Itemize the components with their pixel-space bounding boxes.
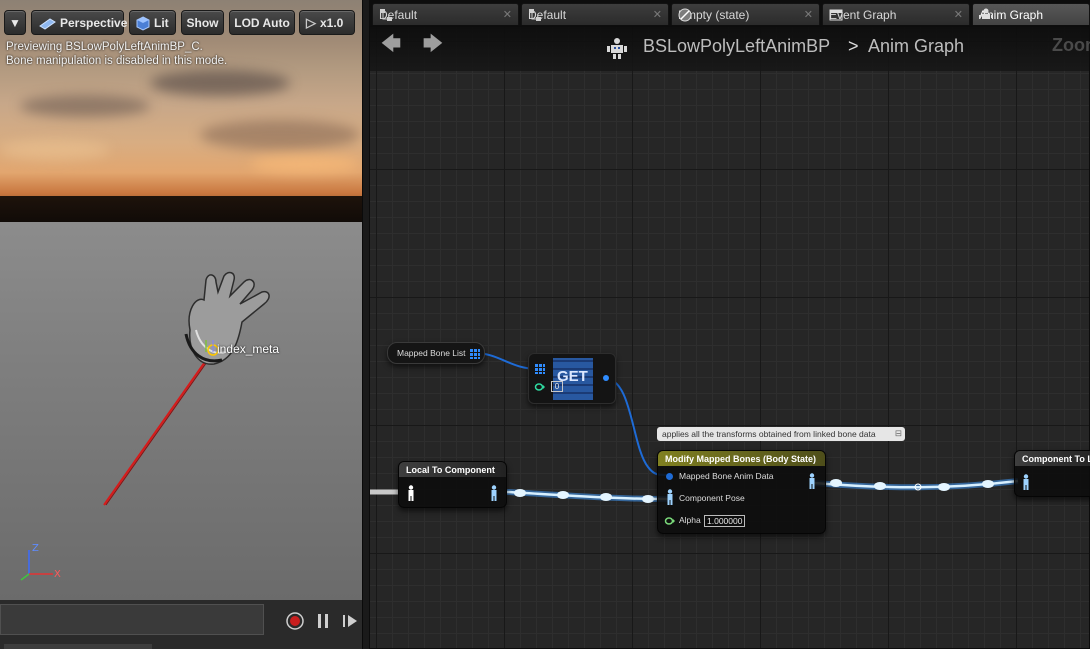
pin-label: Component Pose: [679, 493, 745, 503]
lod-label: LOD Auto: [234, 15, 290, 30]
pin-label: Mapped Bone Anim Data: [679, 471, 774, 481]
step-forward-icon: [343, 615, 357, 627]
viewport-tab-edge: [4, 644, 152, 649]
lod-button[interactable]: LOD Auto: [229, 10, 295, 35]
z-axis-label: Z: [32, 543, 39, 554]
array-get-node[interactable]: GET 0: [528, 353, 616, 404]
viewport-info-text: Previewing BSLowPolyLeftAnimBP_C. Bone m…: [6, 40, 227, 68]
node-title: Mapped Bone List: [397, 348, 466, 358]
record-icon: [286, 612, 304, 630]
local-to-component-node[interactable]: Local To Component: [398, 461, 507, 508]
record-button[interactable]: [285, 611, 305, 631]
pose-pin-icon[interactable]: [1022, 474, 1030, 490]
array-pin-icon[interactable]: [470, 349, 480, 359]
alpha-input[interactable]: 1.000000: [704, 515, 746, 527]
pose-pin-icon[interactable]: [490, 485, 498, 501]
bone-name-label: index_meta: [217, 342, 280, 356]
comment-text: applies all the transforms obtained from…: [662, 429, 876, 439]
lit-button[interactable]: Lit: [129, 10, 176, 35]
anim-graph-icon: [979, 8, 993, 19]
integer-pin-icon[interactable]: [534, 383, 545, 391]
tab-event-graph[interactable]: Event Graph ✕: [822, 3, 970, 25]
x-axis-label: X: [54, 569, 61, 580]
lit-label: Lit: [154, 15, 169, 30]
perspective-label: Perspective: [60, 15, 128, 30]
graph-editor: Default ✕ Default ✕ Empty (state) ✕ Even…: [369, 0, 1090, 649]
y-axis-line: [20, 573, 30, 581]
float-pin-icon[interactable]: [664, 517, 675, 525]
component-to-local-node[interactable]: Component To Lo: [1014, 450, 1090, 497]
tab-anim-graph[interactable]: Anim Graph: [972, 3, 1090, 25]
pose-pin-icon[interactable]: [666, 489, 674, 505]
graph-wires: [370, 352, 1019, 503]
play-speed-icon: ▷: [306, 14, 316, 30]
document-tab-bar: Default ✕ Default ✕ Empty (state) ✕ Even…: [369, 0, 1090, 26]
state-icon: [678, 8, 692, 21]
node-title: Local To Component: [399, 462, 506, 477]
show-button[interactable]: Show: [181, 10, 224, 35]
close-icon[interactable]: ✕: [804, 8, 813, 21]
bone-ray-shadow: [105, 351, 215, 506]
bone-manipulation-info-line: Bone manipulation is disabled in this mo…: [6, 55, 228, 67]
output-pin[interactable]: [603, 375, 609, 381]
playback-speed-button[interactable]: ▷ x1.0: [299, 10, 355, 35]
modify-mapped-bones-node[interactable]: Modify Mapped Bones (Body State) Mapped …: [657, 450, 826, 534]
step-forward-button[interactable]: [340, 611, 360, 631]
array-pin-icon[interactable]: [535, 364, 545, 374]
pose-pin-icon[interactable]: [407, 485, 415, 501]
mapped-bone-list-node[interactable]: Mapped Bone List: [387, 342, 485, 364]
node-title: Modify Mapped Bones (Body State): [658, 451, 825, 466]
state-machine-icon: [380, 8, 392, 21]
close-icon[interactable]: ✕: [653, 8, 662, 21]
chevron-down-icon: ▼: [9, 15, 21, 30]
pause-icon: [318, 614, 328, 628]
state-machine-icon: [529, 8, 541, 21]
struct-pin-icon[interactable]: [666, 473, 673, 480]
close-icon[interactable]: ✕: [503, 8, 512, 21]
tab-default-1[interactable]: Default ✕: [372, 3, 519, 25]
bone-ray: [103, 351, 213, 506]
collapse-comment-icon[interactable]: ⊟: [895, 428, 902, 439]
pause-button[interactable]: [313, 611, 333, 631]
axis-gizmo: [20, 550, 53, 581]
node-comment-bubble[interactable]: applies all the transforms obtained from…: [657, 427, 905, 441]
tab-empty-state[interactable]: Empty (state) ✕: [671, 3, 820, 25]
viewport-options-dropdown[interactable]: ▼: [4, 10, 26, 35]
panel-splitter[interactable]: [362, 0, 369, 649]
perspective-icon: [39, 17, 56, 30]
preview-info-line: Previewing BSLowPolyLeftAnimBP_C.: [6, 41, 203, 53]
anim-graph-canvas[interactable]: 🡄 🡆 BSLowPolyLeftAnimBP > Anim Graph Zoo…: [369, 26, 1090, 649]
show-label: Show: [186, 15, 219, 30]
lit-cube-icon: [136, 15, 150, 31]
pin-label: Alpha: [679, 515, 701, 525]
pose-pin-icon[interactable]: [808, 473, 816, 489]
close-icon[interactable]: ✕: [954, 8, 963, 21]
persona-editor: ▼ Perspective Lit Show LOD Auto ▷ x1.0 P…: [0, 0, 1090, 649]
node-title: Component To Lo: [1015, 451, 1090, 466]
index-input[interactable]: 0: [551, 381, 563, 392]
preview-viewport[interactable]: ▼ Perspective Lit Show LOD Auto ▷ x1.0 P…: [0, 0, 362, 649]
timeline-scrubber[interactable]: [0, 604, 264, 635]
event-graph-icon: [829, 9, 843, 20]
speed-label: x1.0: [320, 15, 344, 30]
tab-default-2[interactable]: Default ✕: [521, 3, 669, 25]
perspective-button[interactable]: Perspective: [31, 10, 128, 35]
